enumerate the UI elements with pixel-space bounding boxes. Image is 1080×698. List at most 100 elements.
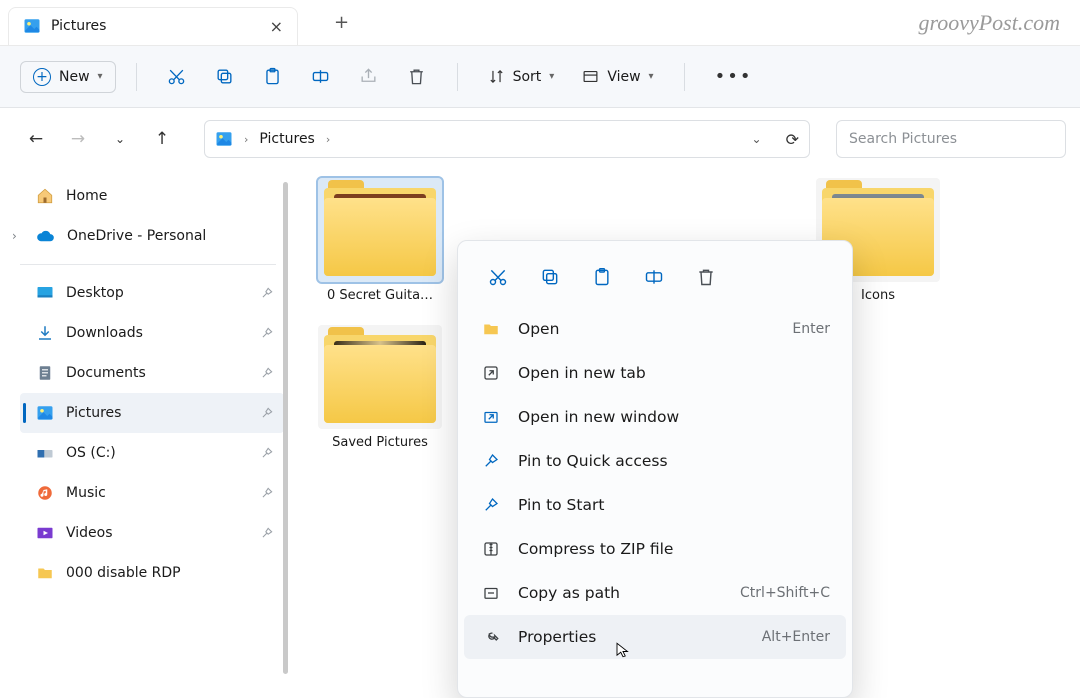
chevron-down-icon: ▾ <box>98 71 103 82</box>
menu-properties[interactable]: Properties Alt+Enter <box>464 615 846 659</box>
sidebar-item-os-c[interactable]: OS (C:) <box>20 433 284 473</box>
item-label: 0 Secret Guita… <box>327 288 433 303</box>
up-button[interactable]: ↑ <box>148 129 176 149</box>
sidebar-item-home[interactable]: Home <box>20 176 284 216</box>
pin-icon[interactable] <box>260 286 274 300</box>
sort-icon <box>488 68 505 85</box>
menu-label: Open in new tab <box>518 364 646 382</box>
context-menu: Open Enter Open in new tab Open in new w… <box>457 240 853 698</box>
sidebar-label: Pictures <box>66 405 121 421</box>
desktop-icon <box>36 284 54 302</box>
cut-button[interactable] <box>476 257 520 297</box>
delete-button[interactable] <box>684 257 728 297</box>
copy-button[interactable] <box>205 57 245 97</box>
menu-copy-path[interactable]: Copy as path Ctrl+Shift+C <box>464 571 846 615</box>
menu-pin-start[interactable]: Pin to Start <box>464 483 846 527</box>
tab-pictures[interactable]: Pictures × <box>8 7 298 45</box>
menu-label: Open in new window <box>518 408 679 426</box>
folder-item[interactable]: 0 Secret Guita… <box>310 178 450 303</box>
close-icon[interactable]: × <box>270 17 283 36</box>
copy-path-icon <box>480 584 502 602</box>
menu-open[interactable]: Open Enter <box>464 307 846 351</box>
menu-label: Pin to Quick access <box>518 452 668 470</box>
view-label: View <box>607 69 640 85</box>
separator <box>457 63 458 91</box>
forward-button[interactable]: → <box>64 129 92 149</box>
breadcrumb-segment[interactable]: Pictures <box>259 131 314 147</box>
menu-label: Copy as path <box>518 584 620 602</box>
sidebar: Home › OneDrive - Personal Desktop Downl… <box>0 170 290 686</box>
pin-icon[interactable] <box>260 486 274 500</box>
back-button[interactable]: ← <box>22 129 50 149</box>
music-icon <box>36 484 54 502</box>
delete-button[interactable] <box>397 57 437 97</box>
pin-icon[interactable] <box>260 366 274 380</box>
video-icon <box>36 524 54 542</box>
copy-button[interactable] <box>528 257 572 297</box>
pin-icon <box>480 496 502 514</box>
titlebar: Pictures × + groovyPost.com <box>0 0 1080 46</box>
separator <box>136 63 137 91</box>
history-dropdown[interactable]: ⌄ <box>106 132 134 146</box>
share-button[interactable] <box>349 57 389 97</box>
sidebar-item-pictures[interactable]: Pictures <box>20 393 284 433</box>
view-button[interactable]: View ▾ <box>572 62 663 91</box>
document-icon <box>36 364 54 382</box>
rename-button[interactable] <box>301 57 341 97</box>
cut-button[interactable] <box>157 57 197 97</box>
menu-label: Properties <box>518 628 596 646</box>
sidebar-item-music[interactable]: Music <box>20 473 284 513</box>
refresh-button[interactable]: ⟳ <box>786 130 799 149</box>
sidebar-label: OS (C:) <box>66 445 116 461</box>
menu-compress-zip[interactable]: Compress to ZIP file <box>464 527 846 571</box>
toolbar: + New ▾ Sort ▾ View ▾ ••• <box>0 46 1080 108</box>
menu-shortcut: Enter <box>792 321 830 337</box>
menu-pin-quick-access[interactable]: Pin to Quick access <box>464 439 846 483</box>
sidebar-item-videos[interactable]: Videos <box>20 513 284 553</box>
pictures-icon <box>23 17 41 35</box>
menu-open-new-window[interactable]: Open in new window <box>464 395 846 439</box>
menu-shortcut: Ctrl+Shift+C <box>740 585 830 601</box>
sidebar-label: Music <box>66 485 106 501</box>
menu-label: Open <box>518 320 559 338</box>
chevron-right-icon: › <box>244 133 248 146</box>
wrench-icon <box>480 628 502 646</box>
new-button[interactable]: + New ▾ <box>20 61 116 93</box>
sidebar-item-onedrive[interactable]: › OneDrive - Personal <box>20 216 284 256</box>
item-label: Icons <box>861 288 895 303</box>
paste-button[interactable] <box>253 57 293 97</box>
new-button-label: New <box>59 69 90 85</box>
download-icon <box>36 324 54 342</box>
more-button[interactable]: ••• <box>705 66 763 87</box>
sidebar-label: Home <box>66 188 107 204</box>
sort-button[interactable]: Sort ▾ <box>478 62 565 91</box>
sidebar-label: Documents <box>66 365 146 381</box>
separator <box>20 264 276 265</box>
sidebar-item-folder[interactable]: 000 disable RDP <box>20 553 284 593</box>
home-icon <box>36 187 54 205</box>
pictures-icon <box>215 130 233 148</box>
sidebar-item-documents[interactable]: Documents <box>20 353 284 393</box>
new-tab-button[interactable]: + <box>334 12 349 33</box>
chevron-right-icon[interactable]: › <box>12 229 17 243</box>
address-dropdown[interactable]: ⌄ <box>752 132 762 146</box>
search-placeholder: Search Pictures <box>849 131 957 147</box>
folder-icon <box>36 564 54 582</box>
sidebar-item-downloads[interactable]: Downloads <box>20 313 284 353</box>
pin-icon[interactable] <box>260 406 274 420</box>
pin-icon[interactable] <box>260 446 274 460</box>
pin-icon <box>480 452 502 470</box>
rename-button[interactable] <box>632 257 676 297</box>
sidebar-item-desktop[interactable]: Desktop <box>20 273 284 313</box>
pin-icon[interactable] <box>260 326 274 340</box>
address-bar[interactable]: › Pictures › ⌄ ⟳ <box>204 120 810 158</box>
folder-item[interactable]: Saved Pictures <box>310 325 450 450</box>
scrollbar[interactable] <box>283 182 288 674</box>
paste-button[interactable] <box>580 257 624 297</box>
chevron-right-icon: › <box>326 133 330 146</box>
watermark: groovyPost.com <box>918 10 1060 36</box>
menu-open-new-tab[interactable]: Open in new tab <box>464 351 846 395</box>
pin-icon[interactable] <box>260 526 274 540</box>
cloud-icon <box>36 227 55 246</box>
search-input[interactable]: Search Pictures <box>836 120 1066 158</box>
